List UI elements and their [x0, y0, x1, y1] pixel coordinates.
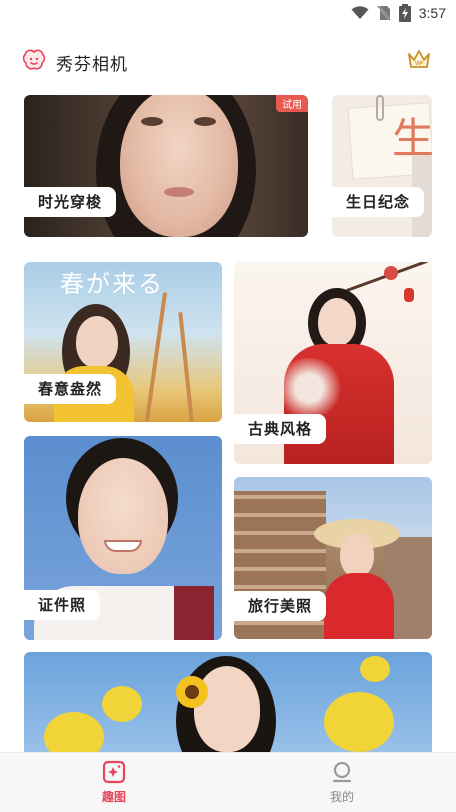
portrait-eye-right	[194, 117, 216, 126]
blossom-branch-decor	[274, 358, 344, 418]
nav-label-fun-pics: 趣图	[101, 790, 126, 804]
wifi-icon	[351, 6, 369, 19]
flower-decor-2	[102, 686, 142, 722]
portrait-face	[120, 95, 238, 237]
bottom-nav: 趣图 我的	[0, 752, 456, 812]
portrait-lips	[164, 187, 194, 197]
status-time: 3:57	[418, 5, 446, 21]
spring-girl-face	[76, 316, 118, 368]
id-girl-smile	[104, 540, 142, 552]
person-icon	[332, 761, 352, 783]
reed-decor	[144, 292, 168, 422]
card-classical[interactable]: 古典风格	[234, 262, 432, 464]
portrait-eye-left	[141, 117, 163, 126]
app-screen: 3:57 秀芬相机 VIP 试用 时光穿梭 生 生日纪念 春が来る 春意盎然 古…	[0, 0, 456, 812]
trial-badge: 试用	[276, 95, 308, 112]
status-bar: 3:57	[0, 0, 456, 28]
spring-decor-text: 春が来る	[60, 270, 164, 298]
clip-decor	[376, 95, 384, 121]
blossom-decor	[384, 266, 398, 280]
travel-girl-dress	[324, 573, 394, 639]
id-girl-collar	[174, 586, 214, 640]
flower-decor-4	[360, 656, 390, 682]
card-id-photo[interactable]: 证件照	[24, 436, 222, 640]
id-girl-face	[78, 458, 168, 574]
app-bar: 秀芬相机 VIP	[0, 44, 456, 78]
nav-label-mine: 我的	[329, 790, 354, 804]
card-spring[interactable]: 春が来る 春意盎然	[24, 262, 222, 422]
card-time-travel[interactable]: 试用 时光穿梭	[24, 95, 308, 237]
flower-decor-3	[324, 692, 394, 752]
card-label-time-travel: 时光穿梭	[24, 187, 117, 217]
nav-item-fun-pics[interactable]: 趣图	[0, 753, 228, 812]
card-sunflower[interactable]	[24, 652, 432, 762]
card-label-travel: 旅行美照	[234, 591, 327, 621]
sparkle-image-icon	[102, 760, 126, 784]
card-birthday[interactable]: 生 生日纪念	[332, 95, 432, 237]
vip-crown-icon[interactable]: VIP	[406, 46, 432, 72]
card-label-classical: 古典风格	[234, 414, 327, 444]
reed-decor-2	[178, 312, 194, 422]
lantern-decor	[404, 288, 414, 302]
battery-charging-icon	[398, 4, 411, 22]
card-label-spring: 春意盎然	[24, 374, 117, 404]
nav-item-mine[interactable]: 我的	[228, 753, 456, 812]
svg-text:VIP: VIP	[415, 61, 424, 67]
no-sim-icon	[376, 5, 391, 21]
card-label-id-photo: 证件照	[24, 590, 101, 620]
card-label-birthday: 生日纪念	[332, 187, 425, 217]
classical-girl-face	[318, 298, 356, 346]
travel-girl-face	[340, 533, 374, 577]
sunflower-decor	[176, 676, 208, 708]
sunflower-girl-face	[194, 666, 260, 752]
flower-logo-icon	[22, 49, 46, 70]
card-travel[interactable]: 旅行美照	[234, 477, 432, 639]
app-title: 秀芬相机	[56, 55, 128, 75]
